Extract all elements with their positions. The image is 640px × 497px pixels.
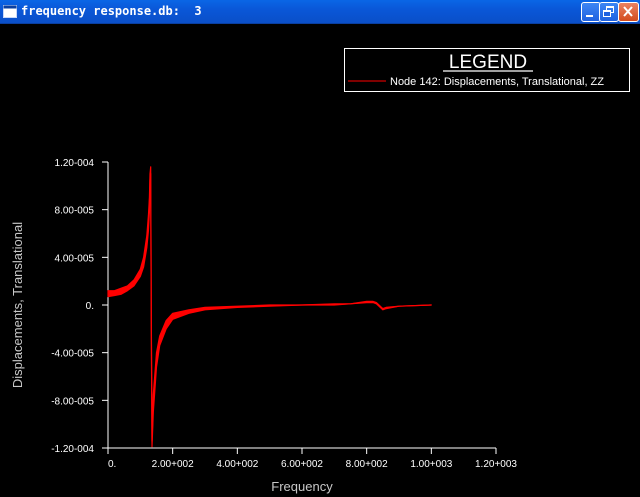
y-axis-label: Displacements, Translational	[10, 222, 25, 388]
restore-button[interactable]	[599, 2, 619, 22]
legend-entry-label: Node 142: Displacements, Translational, …	[390, 76, 604, 88]
y-tick-label: 8.00-005	[55, 206, 95, 217]
window-title: frequency response.db: 3	[21, 4, 202, 18]
y-tick-label: 0.	[86, 301, 94, 312]
legend-title: LEGEND	[449, 52, 527, 73]
plot-area	[107, 166, 432, 448]
series-band	[107, 166, 432, 448]
app-window: frequency response.db: 3 LEGEND Node 142…	[0, 0, 640, 497]
close-button[interactable]	[618, 2, 639, 22]
y-tick-label: -1.20-004	[51, 444, 94, 455]
restore-icon	[603, 6, 614, 17]
series-line	[107, 173, 432, 442]
close-icon	[623, 6, 633, 17]
y-axis-ticks: 1.20-004 8.00-005 4.00-005 0. -4.00-005 -8.00…	[51, 158, 108, 455]
x-tick-label: 8.00+002	[346, 459, 388, 470]
minimize-icon	[586, 15, 593, 17]
x-tick-label: 0.	[108, 459, 116, 470]
x-axis-ticks: 0. 2.00+002 4.00+002 6.00+002 8.00+002 1.00+0…	[107, 448, 517, 470]
y-tick-label: -8.00-005	[51, 396, 94, 407]
x-axis-label: Frequency	[271, 479, 333, 494]
y-tick-label: 4.00-005	[55, 253, 95, 264]
x-tick-label: 6.00+002	[281, 459, 323, 470]
legend: LEGEND Node 142: Displacements, Translat…	[344, 48, 630, 92]
x-tick-label: 1.00+003	[410, 459, 452, 470]
x-tick-label: 4.00+002	[216, 459, 258, 470]
y-tick-label: 1.20-004	[55, 158, 95, 169]
x-tick-label: 2.00+002	[152, 459, 194, 470]
y-tick-label: -4.00-005	[51, 349, 94, 360]
window-app-icon	[3, 5, 17, 18]
title-bar[interactable]: frequency response.db: 3	[0, 0, 640, 24]
minimize-button[interactable]	[581, 2, 601, 22]
frequency-response-chart: LEGEND Node 142: Displacements, Translat…	[10, 48, 630, 494]
x-tick-label: 1.20+003	[475, 459, 517, 470]
